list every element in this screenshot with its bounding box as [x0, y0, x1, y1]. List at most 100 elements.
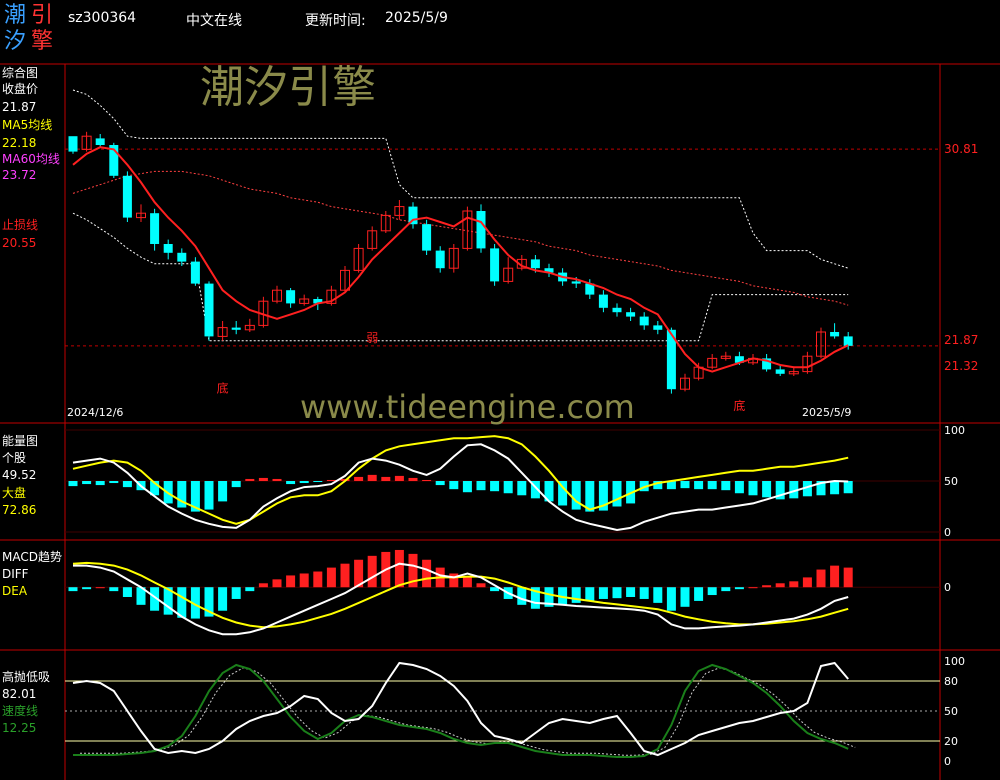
url-watermark: www.tideengine.com — [300, 388, 635, 426]
speed-label: 速度线 — [2, 704, 39, 718]
dea-line — [72, 561, 849, 629]
annotation-3: 底 — [733, 398, 745, 413]
macd-bar-pos — [762, 585, 772, 588]
energy-bar-neg — [707, 481, 717, 490]
energy-bar-neg — [204, 481, 214, 510]
energy-bar-pos — [272, 478, 282, 481]
candle-body-down — [476, 211, 486, 249]
annotation-2: 弱 — [366, 331, 378, 345]
macd-bar-pos — [789, 581, 799, 588]
energy-bar-neg — [218, 481, 228, 502]
energy-bar-neg — [299, 481, 309, 484]
macd-tick-zero: 0 — [944, 581, 951, 594]
macd-bar-pos — [830, 565, 840, 588]
macd-bar-neg — [653, 587, 663, 603]
macd-bar-pos — [462, 577, 472, 588]
macd-bar-pos — [394, 549, 404, 588]
candle-body-down — [612, 307, 622, 313]
macd-bar-neg — [82, 587, 92, 590]
stock-energy-label: 个股 — [2, 451, 27, 465]
energy-bar-neg — [694, 481, 704, 490]
energy-tick-3: 0 — [944, 526, 951, 539]
candle-body-down — [626, 312, 636, 317]
energy-bar-neg — [503, 481, 513, 494]
price-tick-2: 21.87 — [944, 333, 978, 347]
dea-label: DEA — [2, 584, 28, 598]
candle-body-down — [490, 248, 500, 282]
candle-body-down — [422, 224, 432, 251]
macd-bar-neg — [694, 587, 704, 601]
candle-body-down — [571, 281, 581, 284]
macd-bar-neg — [680, 587, 690, 607]
diff-label: DIFF — [2, 567, 29, 581]
ma5-label: MA5均线 — [2, 118, 53, 132]
hsl-tick-1: 100 — [944, 655, 965, 668]
energy-bar-neg — [95, 481, 105, 486]
macd-bar-neg — [517, 587, 527, 605]
energy-bar-neg — [830, 481, 840, 495]
macd-bar-neg — [666, 587, 676, 611]
candle-body-down — [95, 138, 105, 145]
annotation-1: 底 — [217, 381, 229, 396]
date-start: 2024/12/6 — [67, 406, 123, 419]
macd-bar-neg — [612, 587, 622, 599]
energy-bar-neg — [462, 481, 472, 493]
macd-bar-neg — [721, 587, 731, 592]
energy-bar-pos — [354, 476, 364, 481]
macd-bar-neg — [68, 587, 78, 592]
energy-bar-neg — [313, 481, 323, 483]
candle-body-down — [150, 213, 160, 244]
candle-body-down — [68, 136, 78, 152]
chart-canvas: 潮汐引擎 30.81 21.87 21.32 底 弱底 2024/12/6 2025/5/9 w… — [0, 62, 1000, 780]
candle-body-down — [204, 283, 214, 337]
market-energy-value: 72.86 — [2, 503, 37, 517]
energy-bar-neg — [476, 481, 486, 491]
hsl-tick-3: 50 — [944, 705, 958, 718]
energy-bar-pos — [326, 479, 336, 481]
stock-energy-line — [72, 443, 849, 532]
macd-bar-pos — [775, 583, 785, 588]
macd-bar-pos — [299, 573, 309, 588]
ma5-value: 22.18 — [2, 136, 37, 150]
energy-bar-neg — [517, 481, 527, 496]
candle-body-down — [830, 332, 840, 337]
macd-bar-neg — [122, 587, 132, 597]
candle-body-down — [177, 252, 187, 262]
energy-bar-neg — [762, 481, 772, 498]
macd-bar-pos — [272, 579, 282, 588]
energy-bar-pos — [245, 478, 255, 481]
brand-watermark: 潮汐引擎 — [200, 62, 376, 113]
panel2-title: 能量图 — [2, 434, 39, 448]
candle-body-down — [163, 244, 173, 253]
macd-bar-pos — [367, 555, 377, 588]
macd-bar-neg — [598, 587, 608, 599]
candle-body-down — [286, 290, 296, 304]
macd-bar-neg — [218, 587, 228, 611]
energy-bar-neg — [68, 481, 78, 487]
energy-bar-pos — [381, 476, 391, 481]
lower-band-line — [72, 212, 849, 342]
energy-bar-neg — [449, 481, 459, 490]
ma60-value: 23.72 — [2, 168, 37, 182]
macd-bar-neg — [734, 587, 744, 590]
panel3-title: MACD趋势 — [2, 550, 62, 564]
macd-bar-pos — [340, 563, 350, 588]
stop-label: 止损线 — [2, 218, 39, 232]
energy-bar-neg — [286, 481, 296, 485]
macd-bar-neg — [626, 587, 636, 597]
hsl-tick-5: 0 — [944, 755, 951, 768]
stop-value: 20.55 — [2, 236, 37, 250]
energy-bar-neg — [571, 481, 581, 510]
energy-bar-neg — [721, 481, 731, 491]
macd-bar-neg — [231, 587, 241, 599]
panel4-value: 82.01 — [2, 687, 37, 701]
macd-bar-pos — [816, 569, 826, 588]
candle-body-down — [843, 336, 853, 346]
energy-bar-pos — [394, 475, 404, 481]
macd-bar-pos — [286, 575, 296, 588]
energy-bar-neg — [109, 481, 119, 484]
price-tick-1: 30.81 — [944, 142, 978, 156]
upper-band-line — [72, 89, 849, 269]
macd-bar-neg — [571, 587, 581, 603]
candle-body-down — [231, 327, 241, 330]
